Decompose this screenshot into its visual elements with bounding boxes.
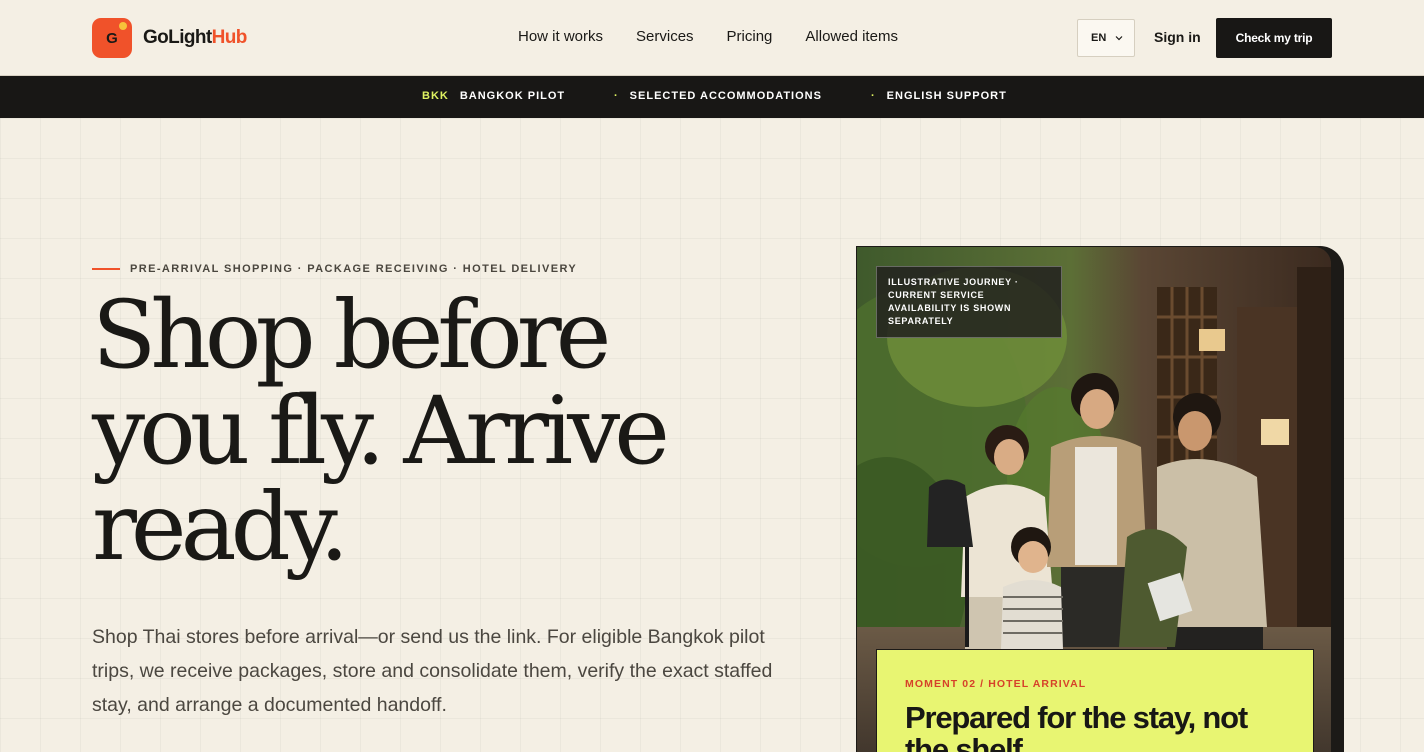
- ticker-item-accommodations: · SELECTED ACCOMMODATIONS: [614, 90, 822, 102]
- eyebrow-text: PRE-ARRIVAL SHOPPING · PACKAGE RECEIVING…: [130, 263, 578, 275]
- logo-text: GoLightHub: [143, 27, 247, 49]
- ticker-label: SELECTED ACCOMMODATIONS: [629, 90, 822, 102]
- hero-photo-card: ILLUSTRATIVE JOURNEY · CURRENT SERVICE A…: [856, 246, 1332, 752]
- headline-line-3: ready.: [92, 473, 349, 582]
- ticker-code: BKK: [422, 90, 449, 102]
- nav-item-pricing[interactable]: Pricing: [727, 28, 773, 46]
- sign-in-link[interactable]: Sign in: [1154, 29, 1201, 45]
- logo-name-part1: GoLight: [143, 27, 212, 48]
- headline-line-1: Shop before: [92, 281, 611, 390]
- moment-title: Prepared for the stay, not the shelf.: [905, 700, 1248, 752]
- illustrative-journey-badge: ILLUSTRATIVE JOURNEY · CURRENT SERVICE A…: [876, 266, 1062, 338]
- main-nav: How it works Services Pricing Allowed it…: [518, 28, 931, 46]
- ticker-label: BANGKOK PILOT: [459, 90, 566, 102]
- moment-label: MOMENT 02 / HOTEL ARRIVAL: [905, 678, 1087, 690]
- moment-caption-card: MOMENT 02 / HOTEL ARRIVAL Prepared for t…: [876, 649, 1314, 752]
- logo[interactable]: G GoLightHub: [92, 18, 247, 58]
- language-select[interactable]: EN: [1077, 19, 1135, 57]
- check-my-trip-button[interactable]: Check my trip: [1216, 18, 1332, 58]
- ticker-dot: ·: [871, 90, 876, 102]
- logo-dot-icon: [119, 22, 127, 30]
- logo-name-part2: Hub: [211, 27, 248, 48]
- hero-lede: Shop Thai stores before arrival—or send …: [92, 626, 773, 716]
- headline-line-2: you fly. Arrive: [92, 377, 670, 486]
- ticker-dot: ·: [614, 90, 619, 102]
- nav-item-services[interactable]: Services: [636, 28, 694, 46]
- ticker-label: ENGLISH SUPPORT: [886, 90, 1007, 102]
- hero-headline: Shop before you fly. Arrive ready.: [92, 288, 772, 576]
- ticker-item-support: · ENGLISH SUPPORT: [871, 90, 1007, 102]
- nav-item-allowed-items[interactable]: Allowed items: [805, 28, 898, 46]
- chevron-down-icon: [1115, 36, 1123, 41]
- language-value: EN: [1091, 32, 1107, 44]
- logo-letter: G: [106, 29, 118, 47]
- ticker-bar: BKK BANGKOK PILOT · SELECTED ACCOMMODATION…: [0, 76, 1424, 118]
- nav-item-how-it-works[interactable]: How it works: [518, 28, 603, 46]
- eyebrow-rule: [92, 268, 120, 270]
- ticker-item-pilot: BKK BANGKOK PILOT: [422, 90, 565, 102]
- logo-mark-icon: G: [92, 18, 132, 58]
- site-header: G GoLightHub How it works Services Prici…: [0, 0, 1424, 76]
- hero-eyebrow: PRE-ARRIVAL SHOPPING · PACKAGE RECEIVING…: [92, 263, 577, 275]
